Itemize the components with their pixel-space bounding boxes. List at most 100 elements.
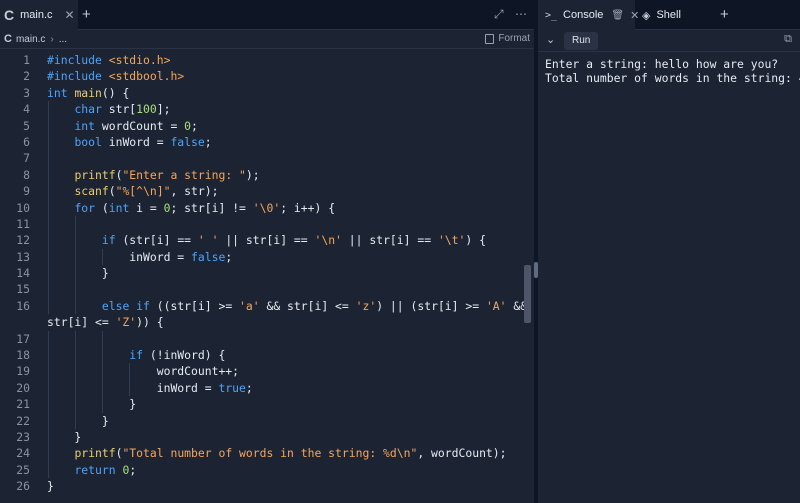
code-line[interactable]: 1 #include <stdio.h> xyxy=(0,52,522,68)
scrollbar-thumb[interactable] xyxy=(524,265,531,323)
code-line[interactable]: 20 inWord = true; xyxy=(0,379,522,397)
code-line[interactable]: 2 #include <stdbool.h> xyxy=(0,68,522,84)
line-number: 23 xyxy=(16,429,30,444)
breadcrumb-more[interactable]: ... xyxy=(59,34,67,45)
code-text: wordCount++; xyxy=(47,364,240,379)
line-number: 24 xyxy=(16,446,30,461)
code-text: if (!inWord) { xyxy=(129,348,226,363)
code-line[interactable]: 15 xyxy=(0,281,522,298)
add-tab-icon[interactable]: + xyxy=(720,6,729,23)
line-number: 22 xyxy=(16,413,30,428)
more-options-icon[interactable]: ⋯ xyxy=(515,7,527,21)
code-line[interactable]: 24 printf("Total number of words in the … xyxy=(0,445,522,462)
code-text: char str[100]; xyxy=(74,102,171,117)
breadcrumb: C main.c › ... Format xyxy=(0,30,534,49)
code-line[interactable]: 7 xyxy=(0,150,522,167)
code-line[interactable]: 26} xyxy=(0,478,522,494)
code-text: } xyxy=(47,429,82,444)
terminal-icon: >_ xyxy=(545,9,558,21)
breadcrumb-file[interactable]: main.c xyxy=(16,34,45,45)
line-number: 17 xyxy=(16,331,30,346)
code-line[interactable]: 17 xyxy=(0,330,522,348)
code-line[interactable]: 8 printf("Enter a string: "); xyxy=(0,166,522,184)
line-number: 15 xyxy=(16,282,30,297)
tab-label: main.c xyxy=(20,9,53,21)
code-line[interactable]: 25 return 0; xyxy=(0,461,522,479)
code-text: } xyxy=(47,413,109,428)
code-text: } xyxy=(47,266,109,281)
open-external-icon[interactable]: ⧉ xyxy=(784,33,792,46)
c-language-icon: C xyxy=(4,7,15,23)
code-text: inWord = false; xyxy=(47,249,233,264)
code-text: } xyxy=(47,479,54,494)
code-text: #include <stdio.h> xyxy=(47,53,171,67)
format-icon xyxy=(485,33,495,44)
code-line[interactable]: 12 if (str[i] == ' ' || str[i] == '\n' |… xyxy=(0,232,522,249)
line-number: 11 xyxy=(16,216,30,231)
add-tab-icon[interactable]: + xyxy=(82,6,91,23)
line-number: 25 xyxy=(16,462,30,477)
format-button[interactable]: Format xyxy=(485,33,530,44)
code-line[interactable]: 19 wordCount++; xyxy=(0,363,522,380)
code-line[interactable]: 16 else if ((str[i] >= 'a' && str[i] <= … xyxy=(0,297,527,315)
code-text: bool inWord = false; xyxy=(74,134,212,149)
code-text: inWord = true; xyxy=(47,380,253,395)
code-text: for (int i = 0; str[i] != '\0'; i++) { xyxy=(74,200,336,215)
code-text: else if ((str[i] >= 'a' && str[i] <= 'z'… xyxy=(101,298,528,313)
line-number: 16 xyxy=(16,298,30,313)
console-toolbar: ⌄ Run ⧉ xyxy=(538,30,800,52)
tab-label: Shell xyxy=(656,9,681,21)
code-line[interactable]: 5 int wordCount = 0; xyxy=(0,117,522,134)
editor-tab-bar: C main.c ✕ + ⤢ ⋯ xyxy=(0,0,534,30)
line-number: 8 xyxy=(23,167,30,182)
tab-console[interactable]: >_ Console 🗑 ✕ xyxy=(538,0,639,30)
line-number: 1 xyxy=(23,53,30,67)
code-text: } xyxy=(47,397,137,412)
code-editor[interactable]: 1 #include <stdio.h> 2 #include <stdbool.h… xyxy=(0,52,527,495)
code-line[interactable]: 14 } xyxy=(0,265,522,282)
code-line[interactable]: 9 scanf("%[^\n]", str); xyxy=(0,183,522,200)
code-text: if (str[i] == ' ' || str[i] == '\n' || s… xyxy=(101,233,486,248)
c-language-icon: C xyxy=(4,33,12,45)
expand-icon[interactable]: ⤢ xyxy=(494,7,504,22)
chevron-down-icon[interactable]: ⌄ xyxy=(546,33,555,46)
line-number: 5 xyxy=(23,118,30,133)
code-text: return 0; xyxy=(74,462,137,477)
code-text: int main() { xyxy=(47,85,130,100)
line-number: 21 xyxy=(16,397,30,412)
line-number: 20 xyxy=(16,380,30,395)
code-line[interactable]: 3 int main() { xyxy=(0,85,522,101)
code-text: #include <stdbool.h> xyxy=(47,69,185,84)
code-line[interactable]: 18 if (!inWord) { xyxy=(0,347,522,364)
close-icon[interactable]: ✕ xyxy=(65,8,75,22)
chevron-right-icon: › xyxy=(50,33,54,45)
code-line[interactable]: 13 inWord = false; xyxy=(0,248,522,266)
code-line[interactable]: 6 bool inWord = false; xyxy=(0,133,522,151)
code-line[interactable]: 22 } xyxy=(0,412,522,429)
tab-shell[interactable]: ◈ Shell xyxy=(638,0,710,30)
line-number: 26 xyxy=(16,479,30,494)
tab-main-c[interactable]: C main.c ✕ xyxy=(0,0,78,30)
code-line[interactable]: 11 xyxy=(0,215,522,233)
code-text: scanf("%[^\n]", str); xyxy=(74,184,219,199)
code-line[interactable]: 10 for (int i = 0; str[i] != '\0'; i++) … xyxy=(0,199,522,216)
code-line[interactable]: 21 } xyxy=(0,396,522,413)
code-text: printf("Total number of words in the str… xyxy=(74,446,507,461)
line-number: 2 xyxy=(23,69,30,84)
trash-icon[interactable]: 🗑 xyxy=(611,10,624,21)
code-text: int wordCount = 0; xyxy=(74,118,198,133)
code-line[interactable]: 23 } xyxy=(0,428,522,446)
line-number: 13 xyxy=(16,249,30,264)
line-number: 10 xyxy=(16,200,30,215)
line-number: 4 xyxy=(23,102,30,117)
run-button[interactable]: Run xyxy=(564,32,599,50)
console-tab-bar: >_ Console 🗑 ✕ ◈ Shell + xyxy=(538,0,800,30)
console-pane: >_ Console 🗑 ✕ ◈ Shell + ⌄ Run ⧉ Enter a… xyxy=(538,0,800,503)
editor-scrollbar[interactable] xyxy=(522,52,532,503)
code-line[interactable]: 4 char str[100]; xyxy=(0,101,522,118)
shell-icon: ◈ xyxy=(642,9,651,22)
format-label: Format xyxy=(498,33,530,44)
line-number: 6 xyxy=(23,134,30,149)
line-number: 14 xyxy=(16,266,30,281)
line-number: 18 xyxy=(16,348,30,363)
